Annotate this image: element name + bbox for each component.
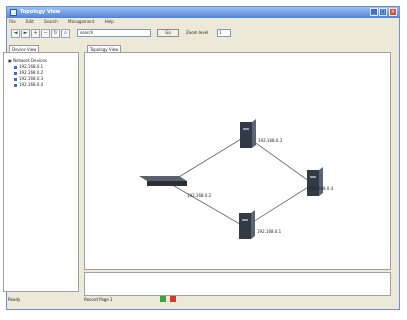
topology-canvas[interactable]: 192.168.0.2 192.168.0.3 192.168.0.4 192.168… xyxy=(84,52,391,270)
minimize-button[interactable]: _ xyxy=(370,8,378,16)
find-icon[interactable]: ⌕ xyxy=(61,29,70,38)
menu-edit[interactable]: Edit xyxy=(26,19,34,24)
node-label: 192.168.0.3 xyxy=(258,138,283,143)
node-label: 192.168.0.4 xyxy=(309,186,334,191)
topology-nodes: 192.168.0.2 192.168.0.3 192.168.0.4 192.168… xyxy=(139,119,334,239)
device-icon xyxy=(14,77,17,81)
zoom-out-icon[interactable]: − xyxy=(41,29,50,38)
toolbar: ◄ ► + − ↻ ⌕ search Go Zoom level 1 xyxy=(9,28,397,40)
router-port-indicator xyxy=(310,176,316,178)
go-button[interactable]: Go xyxy=(157,29,179,37)
router-icon xyxy=(239,213,251,239)
router-side-panel xyxy=(252,119,256,148)
router-side-panel xyxy=(319,167,323,196)
node-label: 192.168.0.2 xyxy=(187,193,212,198)
zoom-in-icon[interactable]: + xyxy=(31,29,40,38)
topology-link xyxy=(168,135,247,184)
switch-front-panel xyxy=(147,181,187,186)
forward-arrow-icon[interactable]: ► xyxy=(21,29,30,38)
menu-bar: File Edit Search Management Help xyxy=(9,19,123,26)
status-text: Ready xyxy=(8,297,21,302)
window-title: Topology View xyxy=(20,9,61,15)
device-tree: ▣ Network Devices 192.168.0.1 192.168.0.… xyxy=(8,58,47,88)
switch-icon xyxy=(139,176,187,181)
refresh-icon[interactable]: ↻ xyxy=(51,29,60,38)
menu-search[interactable]: Search xyxy=(44,19,58,24)
zoom-select[interactable]: 1 xyxy=(217,29,231,37)
device-icon xyxy=(14,83,17,87)
menu-help[interactable]: Help xyxy=(105,19,114,24)
router-icon xyxy=(307,170,319,196)
title-bar[interactable]: Topology View _ □ × xyxy=(7,7,399,18)
router-node[interactable]: 192.168.0.4 xyxy=(307,167,334,196)
topology-link xyxy=(168,182,246,228)
search-input[interactable]: search xyxy=(77,29,151,37)
maximize-button[interactable]: □ xyxy=(379,8,387,16)
log-pane xyxy=(84,272,391,296)
topology-diagram: 192.168.0.2 192.168.0.3 192.168.0.4 192.168… xyxy=(139,119,334,239)
router-port-indicator xyxy=(242,219,248,221)
topology-link xyxy=(245,135,314,185)
zoom-label: Zoom level xyxy=(186,30,209,35)
router-side-panel xyxy=(251,210,255,239)
menu-file[interactable]: File xyxy=(9,19,16,24)
back-arrow-icon[interactable]: ◄ xyxy=(11,29,20,38)
router-port-indicator xyxy=(243,128,249,130)
menu-management[interactable]: Management xyxy=(68,19,94,24)
record-page-label: Record Page 1 xyxy=(84,297,113,302)
status-ok-icon xyxy=(160,296,166,302)
device-tree-panel: ▣ Network Devices 192.168.0.1 192.168.0.… xyxy=(3,52,79,292)
topology-link xyxy=(244,183,314,228)
app-icon xyxy=(10,9,17,16)
router-icon xyxy=(240,122,252,148)
node-label: 192.168.0.1 xyxy=(257,229,282,234)
device-icon xyxy=(14,71,17,75)
status-bar: Ready Record Page 1 xyxy=(8,296,405,303)
router-node[interactable]: 192.168.0.3 xyxy=(240,119,283,148)
router-node[interactable]: 192.168.0.1 xyxy=(239,210,282,239)
status-alert-icon xyxy=(170,296,176,302)
device-icon xyxy=(14,65,17,69)
tree-item[interactable]: 192.168.0.4 xyxy=(8,82,47,88)
close-button[interactable]: × xyxy=(389,8,397,16)
